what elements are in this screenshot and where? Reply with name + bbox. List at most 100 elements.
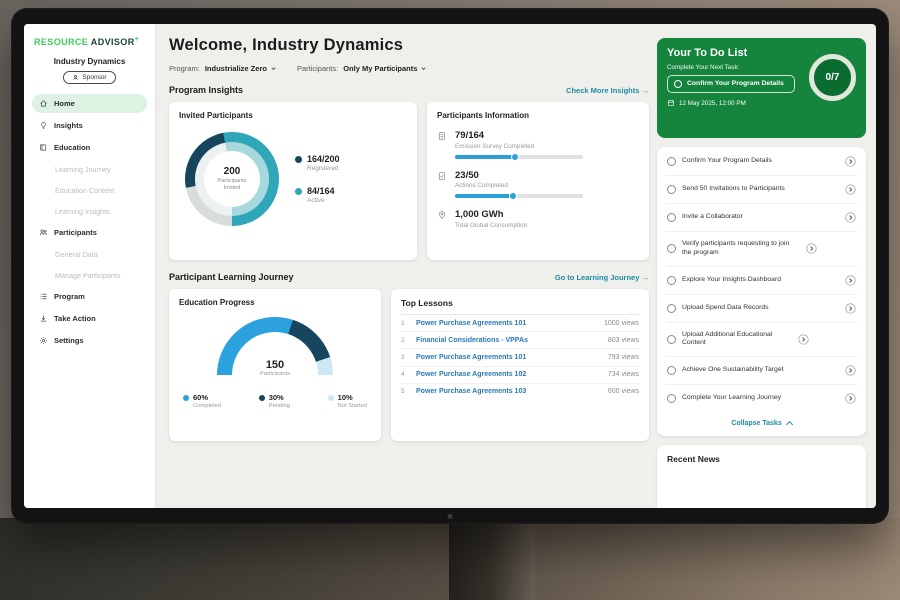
insights-cards-row: Invited Participants 200 Participants In… [169, 102, 649, 260]
home-icon [39, 99, 48, 108]
clipboard-icon [437, 131, 447, 159]
task-row[interactable]: Upload Additional Educational Content [666, 323, 857, 358]
book-icon [39, 143, 48, 152]
gear-icon [39, 336, 48, 345]
monitor-stand [449, 522, 535, 600]
people-icon [39, 228, 48, 237]
sidebar-item-education[interactable]: Education [32, 138, 147, 157]
chevron-right-icon[interactable] [845, 156, 856, 167]
chevron-right-icon[interactable] [798, 334, 809, 345]
sidebar-item-participants[interactable]: Participants [32, 223, 147, 242]
sidebar-item-learning-insights[interactable]: Learning Insights [32, 202, 147, 220]
go-to-learning-journey-link[interactable]: Go to Learning Journey [555, 273, 649, 282]
chevron-right-icon[interactable] [845, 393, 856, 404]
monitor-power-led [448, 514, 453, 519]
chevron-right-icon[interactable] [845, 303, 856, 314]
legend-dot [259, 395, 265, 401]
legend-item: 10% Not Started [328, 393, 367, 409]
app-window: RESOURCE ADVISOR+ Industry Dynamics Spon… [24, 24, 876, 508]
sidebar-item-home[interactable]: Home [32, 94, 147, 113]
app-logo: RESOURCE ADVISOR+ [32, 36, 147, 53]
top-lessons-card: Top Lessons 1 Power Purchase Agreements … [391, 289, 649, 441]
task-row[interactable]: Send 50 Invitations to Participants [666, 176, 857, 204]
todo-progress-ring: 0/7 [809, 54, 856, 101]
task-checkbox[interactable] [667, 335, 676, 344]
program-insights-header: Program Insights Check More Insights [169, 85, 649, 95]
legend-item: 30% Pending [259, 393, 290, 409]
info-row: 23/50 Actions Completed [437, 170, 639, 199]
legend-dot [295, 188, 302, 195]
chevron-right-icon[interactable] [845, 275, 856, 286]
calendar-icon [667, 99, 675, 107]
education-progress-card: Education Progress 150 Participants 60% [169, 289, 381, 441]
chevron-down-icon [270, 65, 277, 72]
sidebar-item-learning-journey[interactable]: Learning Journey [32, 160, 147, 178]
sidebar-item-education-content[interactable]: Education Content [32, 181, 147, 199]
sidebar-item-insights[interactable]: Insights [32, 116, 147, 135]
sidebar: RESOURCE ADVISOR+ Industry Dynamics Spon… [24, 24, 155, 508]
sponsor-badge[interactable]: Sponsor [63, 71, 115, 84]
journey-cards-row: Education Progress 150 Participants 60% [169, 289, 649, 441]
info-row: 79/164 Emission Survey Completed [437, 130, 639, 159]
task-checkbox[interactable] [674, 80, 682, 88]
todo-panel: Your To Do List Complete Your Next Task:… [657, 24, 876, 508]
sidebar-item-take-action[interactable]: Take Action [32, 309, 147, 328]
invited-participants-donut: 200 Participants Invited [185, 132, 279, 226]
task-row[interactable]: Achieve One Sustainability Target [666, 357, 857, 385]
legend-dot [328, 395, 334, 401]
lesson-row: 5 Power Purchase Agreements 103 600 view… [401, 384, 639, 400]
legend-item: 84/164 Active [295, 186, 340, 204]
invited-participants-card: Invited Participants 200 Participants In… [169, 102, 417, 260]
lesson-link[interactable]: Power Purchase Agreements 101 [416, 354, 601, 361]
task-checkbox[interactable] [667, 366, 676, 375]
task-row[interactable]: Upload Spend Data Records [666, 295, 857, 323]
chevron-right-icon[interactable] [806, 243, 817, 254]
invited-legend: 164/200 Registered 84/164 Active [295, 154, 340, 204]
chevron-right-icon[interactable] [845, 184, 856, 195]
chevron-right-icon[interactable] [845, 365, 856, 376]
task-checkbox[interactable] [667, 157, 676, 166]
task-checkbox[interactable] [667, 394, 676, 403]
education-progress-gauge: 150 Participants [217, 317, 333, 375]
sidebar-item-general-data[interactable]: General Data [32, 245, 147, 263]
sidebar-item-settings[interactable]: Settings [32, 331, 147, 350]
sidebar-nav: Home Insights Education Learning Journey… [32, 94, 147, 350]
next-task-button[interactable]: Confirm Your Program Details [667, 75, 795, 93]
task-checkbox[interactable] [667, 276, 676, 285]
info-row: 1,000 GWh Total Global Consumption [437, 209, 639, 229]
task-checkbox[interactable] [667, 185, 676, 194]
page-title: Welcome, Industry Dynamics [169, 36, 649, 55]
task-row[interactable]: Confirm Your Program Details [666, 148, 857, 176]
sidebar-item-manage-participants[interactable]: Manage Participants [32, 266, 147, 284]
task-row[interactable]: Explore Your Insights Dashboard [666, 267, 857, 295]
lesson-link[interactable]: Power Purchase Agreements 102 [416, 371, 601, 378]
education-legend: 60% Completed 30% Pending [179, 393, 371, 409]
lesson-row: 2 Financial Considerations - VPPAs 803 v… [401, 332, 639, 349]
lesson-link[interactable]: Power Purchase Agreements 101 [416, 320, 597, 327]
task-row[interactable]: Verify participants requesting to join t… [666, 232, 857, 267]
location-pin-icon [437, 210, 447, 229]
lesson-link[interactable]: Power Purchase Agreements 103 [416, 388, 601, 395]
task-checkbox[interactable] [667, 244, 676, 253]
task-row[interactable]: Complete Your Learning Journey [666, 385, 857, 412]
legend-item: 164/200 Registered [295, 154, 340, 172]
sidebar-item-program[interactable]: Program [32, 287, 147, 306]
check-more-insights-link[interactable]: Check More Insights [566, 86, 649, 95]
download-icon [39, 314, 48, 323]
program-select[interactable]: Industrialize Zero [205, 64, 277, 73]
chevron-right-icon[interactable] [845, 212, 856, 223]
task-checkbox[interactable] [667, 304, 676, 313]
collapse-tasks-button[interactable]: Collapse Tasks [666, 412, 857, 435]
lesson-row: 3 Power Purchase Agreements 101 793 view… [401, 349, 639, 366]
progress-bar [455, 194, 583, 198]
lesson-link[interactable]: Financial Considerations - VPPAs [416, 337, 601, 344]
participants-information-card: Participants Information 79/164 Emission… [427, 102, 649, 260]
lesson-row: 1 Power Purchase Agreements 101 1000 vie… [401, 315, 639, 332]
task-checkbox[interactable] [667, 213, 676, 222]
participants-select[interactable]: Only My Participants [343, 64, 427, 73]
task-row[interactable]: Invite a Collaborator [666, 204, 857, 232]
todo-task-list: Confirm Your Program Details Send 50 Inv… [657, 147, 866, 436]
progress-bar [455, 155, 583, 159]
main-content: Welcome, Industry Dynamics Program: Indu… [155, 24, 657, 508]
legend-dot [183, 395, 189, 401]
